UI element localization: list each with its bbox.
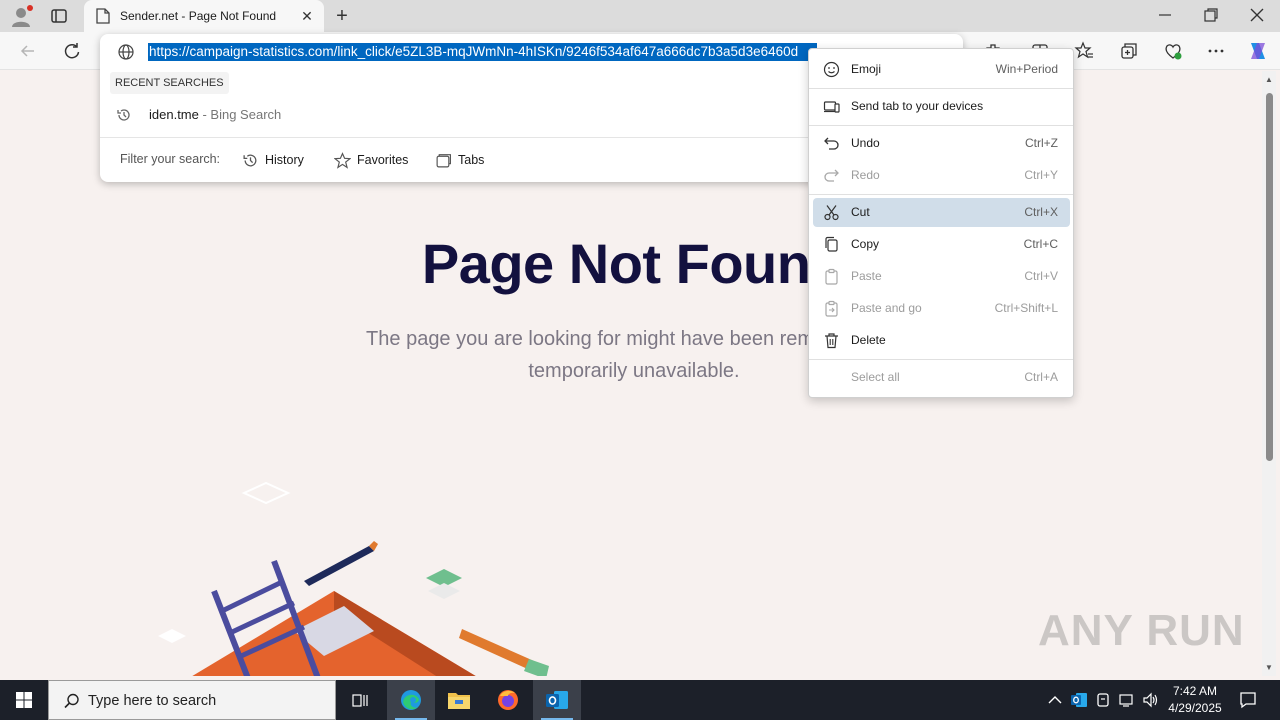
emoji-icon — [823, 61, 840, 78]
page-scrollbar[interactable]: ▲ ▼ — [1262, 71, 1276, 676]
filter-favorites-label: Favorites — [357, 153, 409, 167]
refresh-icon[interactable] — [62, 41, 82, 61]
taskbar-file-explorer[interactable] — [435, 680, 483, 720]
show-hidden-icons-icon[interactable] — [1046, 691, 1064, 709]
menu-separator — [809, 125, 1073, 126]
filter-favorites[interactable]: Favorites — [334, 150, 408, 170]
context-menu: Emoji Win+Period Send tab to your device… — [808, 48, 1074, 398]
firefox-icon — [498, 690, 518, 710]
taskbar-firefox[interactable] — [484, 680, 532, 720]
cut-icon — [824, 205, 839, 221]
device-tray-icon[interactable] — [1094, 691, 1112, 709]
copy-icon — [825, 236, 838, 252]
history-icon — [117, 109, 130, 121]
menu-item-undo[interactable]: Undo Ctrl+Z — [813, 129, 1070, 158]
taskbar-search-input[interactable]: Type here to search — [48, 680, 336, 720]
taskbar-edge[interactable] — [387, 680, 435, 720]
more-options-icon[interactable] — [1206, 41, 1226, 61]
paste-go-icon — [825, 300, 838, 317]
menu-item-select-all[interactable]: Select all Ctrl+A — [813, 363, 1070, 392]
minimize-icon[interactable] — [1156, 6, 1174, 24]
suggestion-text: iden.tme — [149, 107, 199, 122]
copilot-icon[interactable] — [1246, 39, 1270, 63]
windows-start-icon[interactable] — [0, 680, 48, 720]
menu-item-emoji[interactable]: Emoji Win+Period — [813, 55, 1070, 84]
outlook-tray-icon[interactable] — [1070, 691, 1088, 709]
undo-icon — [824, 137, 839, 150]
system-clock[interactable]: 7:42 AM 4/29/2025 — [1162, 683, 1228, 717]
clock-time: 7:42 AM — [1172, 684, 1218, 698]
taskbar-outlook[interactable] — [533, 680, 581, 720]
scroll-down-icon[interactable]: ▼ — [1265, 663, 1273, 672]
search-icon — [64, 693, 79, 709]
favorites-icon[interactable] — [1074, 41, 1094, 61]
search-placeholder: Type here to search — [88, 693, 217, 709]
star-icon — [334, 151, 351, 169]
tab-actions-icon[interactable] — [50, 7, 68, 25]
task-view-button[interactable] — [336, 680, 384, 720]
title-bar: Sender.net - Page Not Found ✕ + — [0, 0, 1280, 32]
restore-icon[interactable] — [1202, 6, 1220, 24]
suggestion-source: - Bing Search — [198, 107, 282, 122]
construction-illustration — [158, 481, 549, 676]
clock-date: 4/29/2025 — [1168, 701, 1222, 715]
menu-item-copy[interactable]: Copy Ctrl+C — [813, 230, 1070, 259]
menu-item-paste[interactable]: Paste Ctrl+V — [813, 262, 1070, 291]
menu-item-paste-and-go[interactable]: Paste and go Ctrl+Shift+L — [813, 294, 1070, 323]
paste-icon — [825, 268, 838, 285]
search-suggestion[interactable]: iden.tme - Bing Search — [100, 100, 808, 130]
volume-icon[interactable] — [1142, 691, 1160, 709]
filter-tabs[interactable]: Tabs — [435, 150, 484, 170]
send-tab-icon — [823, 101, 840, 113]
filter-history[interactable]: History — [242, 150, 304, 170]
tab-close-icon[interactable]: ✕ — [300, 9, 314, 23]
tab-title: Sender.net - Page Not Found — [120, 9, 277, 23]
address-input[interactable]: https://campaign-statistics.com/link_cli… — [148, 43, 817, 61]
scroll-thumb[interactable] — [1266, 93, 1273, 461]
watermark: ANY RUN — [1038, 606, 1245, 655]
outlook-icon — [546, 691, 568, 709]
filter-history-label: History — [265, 153, 304, 167]
task-view-icon — [352, 694, 368, 707]
page-icon — [96, 8, 110, 24]
delete-icon — [825, 333, 838, 349]
filter-tabs-label: Tabs — [458, 153, 485, 167]
network-icon[interactable] — [1118, 691, 1136, 709]
profile-notification-dot — [27, 5, 33, 11]
collections-icon[interactable] — [1119, 41, 1139, 61]
dropdown-divider — [100, 137, 808, 138]
edge-icon — [401, 690, 421, 710]
new-tab-button[interactable]: + — [332, 6, 352, 26]
redo-icon — [824, 169, 839, 182]
menu-item-delete[interactable]: Delete — [813, 326, 1070, 355]
tabs-icon — [436, 153, 451, 167]
recent-searches-label: RECENT SEARCHES — [110, 72, 229, 94]
browser-essentials-icon[interactable] — [1163, 41, 1183, 61]
menu-separator — [809, 88, 1073, 89]
scroll-up-icon[interactable]: ▲ — [1265, 75, 1273, 84]
tab-active[interactable]: Sender.net - Page Not Found ✕ — [84, 0, 324, 32]
globe-icon — [118, 44, 134, 60]
history-icon — [243, 154, 257, 166]
menu-item-send-tab[interactable]: Send tab to your devices — [813, 92, 1070, 121]
menu-separator — [809, 359, 1073, 360]
taskbar: Type here to search 7:42 AM 4/29/2025 — [0, 680, 1280, 720]
folder-icon — [448, 693, 470, 709]
notification-icon[interactable] — [1238, 690, 1258, 710]
menu-separator — [809, 194, 1073, 195]
menu-item-cut[interactable]: Cut Ctrl+X — [813, 198, 1070, 227]
filter-label: Filter your search: — [120, 152, 221, 166]
menu-item-redo[interactable]: Redo Ctrl+Y — [813, 161, 1070, 190]
back-icon[interactable] — [18, 41, 38, 61]
close-window-icon[interactable] — [1248, 6, 1266, 24]
